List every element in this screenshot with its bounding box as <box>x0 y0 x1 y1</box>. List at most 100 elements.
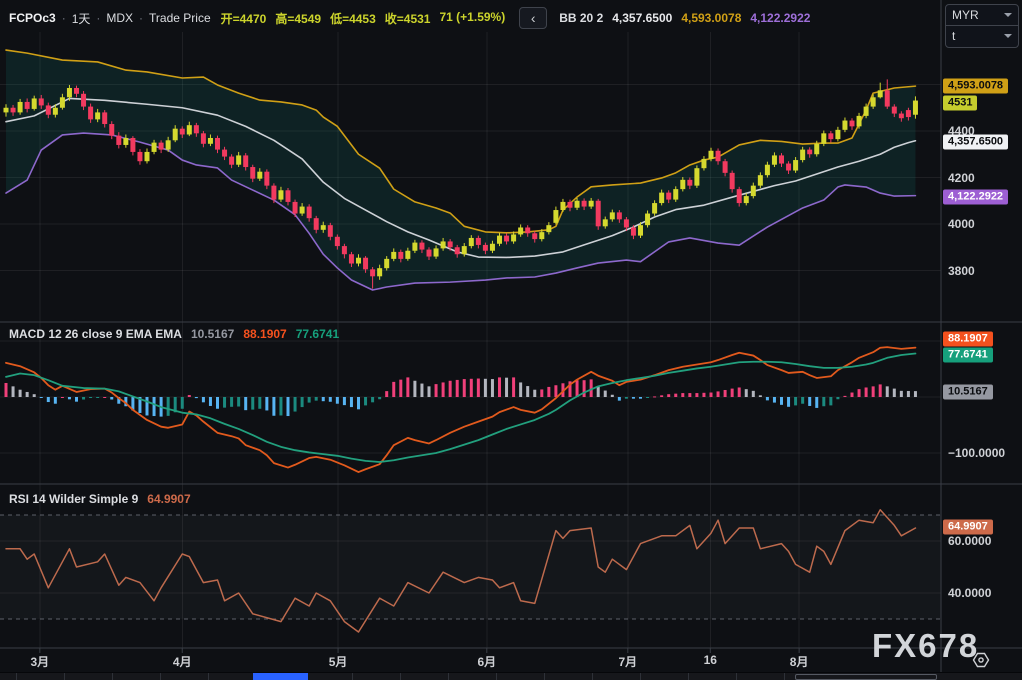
candle <box>320 225 326 230</box>
candle <box>525 227 531 234</box>
candle <box>426 249 432 257</box>
candle <box>630 227 636 236</box>
scrollbar-segment-divider <box>400 673 401 680</box>
candle <box>137 151 143 162</box>
candle <box>623 219 629 228</box>
time-label: 6月 <box>477 655 497 669</box>
candle <box>109 124 115 136</box>
macd-histogram-bar <box>836 397 840 400</box>
candle <box>334 236 340 247</box>
macd-histogram-bar <box>357 397 360 410</box>
macd-legend-values: 10.5167 88.1907 77.6741 <box>191 327 339 341</box>
time-label: 8月 <box>789 655 809 669</box>
macd-histogram-bar <box>187 395 191 397</box>
macd-histogram-bar <box>892 388 896 397</box>
price-tick: 4200 <box>948 170 975 185</box>
scrollbar-range-box[interactable] <box>795 674 937 680</box>
macd-histogram-bar <box>349 397 353 408</box>
candle <box>243 155 249 168</box>
target-hexagon-icon[interactable] <box>971 650 991 670</box>
macd-histogram-bar <box>737 387 741 397</box>
scrollbar-thumb[interactable] <box>253 673 308 680</box>
axis-price-badge: 77.6741 <box>943 347 993 363</box>
ohlc-token: 高=4549 <box>275 11 322 26</box>
rsi-legend-values: 64.9907 <box>147 492 190 506</box>
macd-histogram-bar <box>89 397 93 398</box>
bottom-scrollbar[interactable] <box>0 672 1022 680</box>
macd-histogram-bar <box>822 397 826 407</box>
candle <box>292 201 298 214</box>
interval-label[interactable]: 1天 <box>72 10 91 27</box>
ohlc-token: 71 (+1.59%) <box>439 9 506 24</box>
macd-histogram-bar <box>166 397 170 416</box>
candle <box>595 200 601 227</box>
time-axis[interactable]: 3月 4月 5月 6月 7月 16 8月 <box>0 648 941 672</box>
macd-histogram-bar <box>286 397 290 417</box>
candle <box>736 189 742 204</box>
candle <box>814 143 820 155</box>
rsi-tick: 60.0000 <box>948 534 992 548</box>
candle <box>377 268 383 277</box>
candle <box>52 107 58 115</box>
candle <box>877 90 883 98</box>
scrollbar-segment-divider <box>16 673 17 680</box>
macd-histogram-bar <box>321 397 325 402</box>
macd-value: 77.6741 <box>295 327 340 341</box>
candle <box>306 206 312 219</box>
candle <box>645 213 651 226</box>
macd-histogram-bar <box>378 397 382 400</box>
candle <box>38 98 44 106</box>
candle <box>215 137 220 150</box>
macd-histogram-bar <box>314 397 318 401</box>
candle <box>849 120 855 127</box>
bollinger-fill <box>6 50 916 291</box>
macd-value: 88.1907 <box>243 327 287 341</box>
macd-histogram-bar <box>878 384 882 397</box>
candle <box>800 149 806 161</box>
bollinger-value: 4,357.6500 <box>612 11 673 25</box>
axis-price-badge: 4,357.6500 <box>943 134 1009 150</box>
candle <box>764 164 770 176</box>
macd-histogram-bar <box>11 386 15 397</box>
candle <box>504 235 510 242</box>
rsi-legend-title[interactable]: RSI 14 Wilder Simple 9 <box>9 492 138 506</box>
macd-histogram-bar <box>857 389 861 397</box>
macd-tick: −100.0000 <box>948 446 1006 460</box>
candle <box>158 142 164 150</box>
rsi-value: 64.9907 <box>147 492 191 506</box>
macd-histogram-bar <box>293 397 297 412</box>
scrollbar-segment-divider <box>352 673 353 680</box>
candle <box>31 98 37 109</box>
collapse-indicators-button[interactable]: ‹ <box>519 7 548 29</box>
macd-histogram-bar <box>772 397 776 403</box>
price-tick: 3800 <box>948 263 975 278</box>
macd-histogram-bar <box>843 395 847 397</box>
symbol-name[interactable]: FCPOc3 <box>9 11 56 25</box>
separator-dot: · <box>139 11 144 25</box>
candle <box>59 97 65 108</box>
candle <box>687 179 693 186</box>
axis-price-badge: 10.5167 <box>943 384 993 400</box>
candle <box>81 93 87 107</box>
macd-histogram-bar <box>82 397 86 400</box>
candle <box>546 225 552 233</box>
ohlc-token: 低=4453 <box>330 11 376 26</box>
currency-dropdown[interactable]: MYR <box>946 5 1018 25</box>
unit-dropdown[interactable]: t <box>946 26 1018 46</box>
macd-legend-title[interactable]: MACD 12 26 close 9 EMA EMA <box>9 327 182 341</box>
price-axis[interactable]: 4400 4200 4000 3800 −100.0000 60.0000 40.0000 4… <box>941 0 1022 680</box>
candle <box>356 257 361 264</box>
scrollbar-segment-divider <box>544 673 545 680</box>
macd-histogram-bar <box>490 379 494 397</box>
axis-price-badge: 4531 <box>943 95 978 111</box>
macd-histogram-bar <box>216 397 219 409</box>
macd-histogram-bar <box>4 383 8 397</box>
macd-histogram-bar <box>709 392 713 397</box>
candle <box>179 128 185 135</box>
separator-dot: · <box>96 11 101 25</box>
candle <box>398 251 404 259</box>
bollinger-legend-title[interactable]: BB 20 2 <box>559 11 603 25</box>
axis-price-badge: 64.9907 <box>943 519 993 535</box>
macd-histogram-bar <box>871 386 875 397</box>
macd-histogram-bar <box>476 378 480 397</box>
